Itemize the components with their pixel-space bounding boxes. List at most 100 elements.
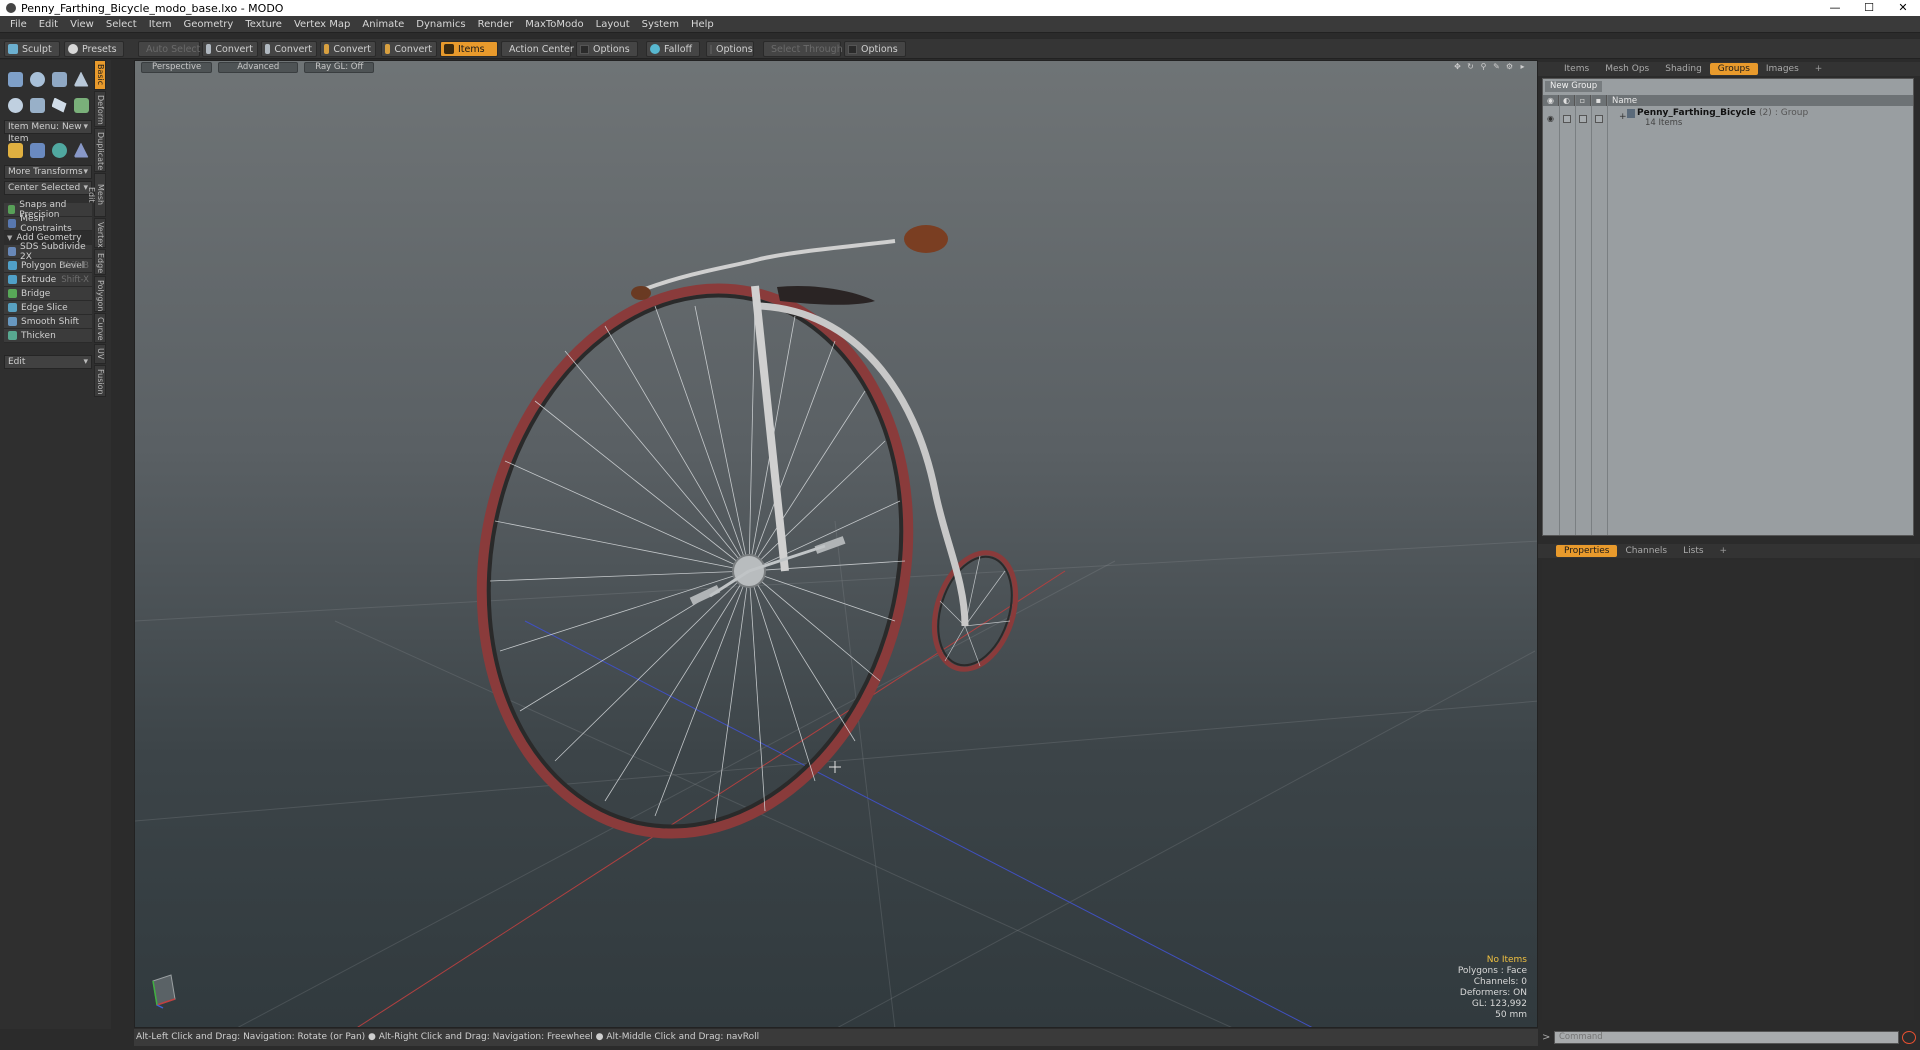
rotate-tool[interactable] [48,137,70,163]
tab-mesh-edit[interactable]: Mesh Edit [87,173,106,217]
select-through-button[interactable]: Select Through [763,41,843,57]
edit-dropdown[interactable]: Edit [4,355,92,369]
edge-slice-button[interactable]: Edge Slice [4,301,92,315]
menu-select[interactable]: Select [100,19,143,30]
item-menu-dropdown[interactable]: Item Menu: New Item [4,120,92,144]
tab-fusion[interactable]: Fusion [94,365,106,397]
tab-edge[interactable]: Edge [94,249,106,275]
menu-help[interactable]: Help [685,19,720,30]
tab-channels[interactable]: Channels [1617,545,1675,557]
grid-tool[interactable] [26,137,48,163]
minimize-button[interactable]: — [1818,0,1852,16]
menu-maxtomodo[interactable]: MaxToModo [519,19,589,30]
menu-dynamics[interactable]: Dynamics [410,19,471,30]
tab-items[interactable]: Items [1556,63,1597,75]
tab-basic[interactable]: Basic [94,60,106,90]
select-column-icon[interactable]: ▪ [1591,95,1607,106]
view-type-button[interactable]: Perspective [141,61,213,73]
menu-animate[interactable]: Animate [356,19,410,30]
sds-subdivide-button[interactable]: SDS Subdivide 2X [4,242,92,262]
lock-toggle[interactable] [1579,115,1587,123]
group-row[interactable]: ◉ + Penny_Farthing_Bicycle (2) : Group 1… [1543,108,1913,129]
center-selected-dropdown[interactable]: Center Selected [4,181,92,195]
menu-texture[interactable]: Texture [239,19,288,30]
3d-viewport[interactable]: Perspective Advanced Ray GL: Off ✥ ↻ ⚲ ✎… [134,60,1538,1028]
tab-mesh-ops[interactable]: Mesh Ops [1597,63,1657,75]
presets-button[interactable]: Presets [64,41,124,57]
menu-file[interactable]: File [4,19,33,30]
pan-icon[interactable]: ✥ [1453,62,1462,71]
sphere-tool[interactable] [26,66,48,92]
plane-tool[interactable] [48,92,70,118]
mesh-constraints-button[interactable]: Mesh Constraints [4,214,92,234]
shading-mode-button[interactable]: Advanced [218,61,299,73]
more-transforms-dropdown[interactable]: More Transforms [4,165,92,179]
torus-tool[interactable] [4,92,26,118]
menu-view[interactable]: View [64,19,100,30]
menu-vertex-map[interactable]: Vertex Map [288,19,356,30]
tab-images[interactable]: Images [1758,63,1807,75]
action-center-button[interactable]: Action Center [501,41,574,57]
convert-polygon-button[interactable]: Convert [320,41,376,57]
cylinder-tool[interactable] [48,66,70,92]
select-toggle[interactable] [1595,115,1603,123]
command-input[interactable] [1554,1030,1899,1044]
orbit-icon[interactable]: ↻ [1466,62,1475,71]
eye-icon[interactable]: ◉ [1547,115,1555,123]
options-checkbox[interactable] [848,44,857,54]
sculpt-button[interactable]: Sculpt [4,41,60,57]
thicken-button[interactable]: Thicken [4,329,92,343]
items-mode-button[interactable]: Items [440,41,498,57]
tab-curve[interactable]: Curve [94,313,106,343]
polygon-bevel-button[interactable]: Polygon Bevel Shift-B [4,259,92,273]
select-options-button[interactable]: Options [844,41,906,57]
options-checkbox[interactable] [580,44,589,54]
tab-deform[interactable]: Deform [94,91,106,127]
add-tab-button[interactable]: + [1807,63,1831,75]
visibility-column-icon[interactable]: ◉ [1543,95,1559,106]
tab-uv[interactable]: UV [94,344,106,364]
new-group-button[interactable]: New Group [1545,81,1603,92]
settings-gear-icon[interactable]: ⚙ [1505,62,1514,71]
tab-vertex[interactable]: Vertex [94,218,106,248]
convert-vertex-button[interactable]: Convert [202,41,258,57]
tab-shading[interactable]: Shading [1657,63,1710,75]
menu-edit[interactable]: Edit [33,19,64,30]
menu-item[interactable]: Item [143,19,178,30]
fit-icon[interactable]: ✎ [1492,62,1501,71]
tab-properties[interactable]: Properties [1556,545,1618,557]
expand-icon[interactable]: + [1619,112,1627,122]
action-center-options-button[interactable]: Options [576,41,638,57]
command-history-icon[interactable]: > [1542,1032,1554,1043]
extrude-button[interactable]: Extrude Shift-X [4,273,92,287]
maximize-button[interactable]: ☐ [1852,0,1886,16]
falloff-options-button[interactable]: Options [706,41,754,57]
tab-groups[interactable]: Groups [1709,63,1758,75]
auto-select-button[interactable]: Auto Select [138,41,200,57]
convert-material-button[interactable]: Convert [381,41,437,57]
menu-render[interactable]: Render [472,19,520,30]
tab-duplicate[interactable]: Duplicate [94,128,106,172]
scene-render[interactable] [135,61,1538,1028]
options-checkbox[interactable] [710,44,712,54]
raygl-button[interactable]: Ray GL: Off [304,61,375,73]
tab-polygon[interactable]: Polygon [94,276,106,312]
command-run-icon[interactable] [1902,1030,1916,1044]
render-toggle[interactable] [1563,115,1571,123]
bridge-button[interactable]: Bridge [4,287,92,301]
close-button[interactable]: ✕ [1886,0,1920,16]
viewport-menu-icon[interactable]: ▸ [1518,62,1527,71]
smooth-shift-button[interactable]: Smooth Shift [4,315,92,329]
falloff-button[interactable]: Falloff [646,41,700,57]
convert-edge-button[interactable]: Convert [261,41,317,57]
cone-tool[interactable] [70,66,92,92]
add-tab-button[interactable]: + [1712,545,1736,557]
menu-geometry[interactable]: Geometry [177,19,239,30]
scale-tool[interactable] [70,137,92,163]
cube-tool[interactable] [4,66,26,92]
lock-column-icon[interactable]: ▫ [1575,95,1591,106]
render-column-icon[interactable]: ◐ [1559,95,1575,106]
menu-system[interactable]: System [636,19,685,30]
menu-layout[interactable]: Layout [590,19,636,30]
text-tool[interactable] [70,92,92,118]
